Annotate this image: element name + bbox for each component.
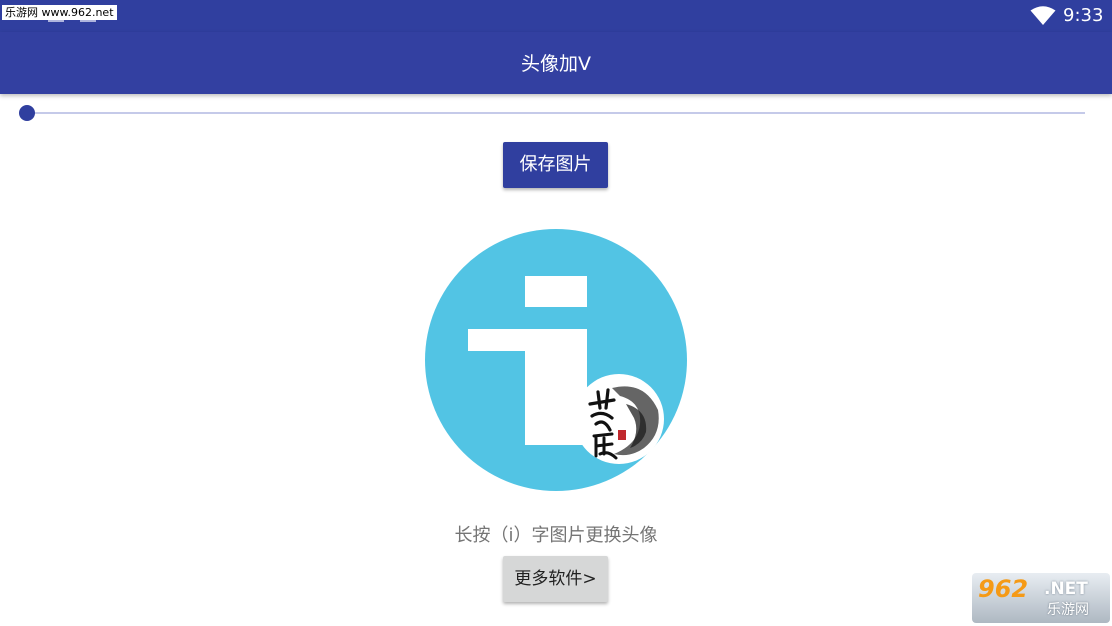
status-notification-icon — [48, 20, 64, 22]
avatar-image[interactable] — [425, 229, 687, 491]
status-bar: 乐游网 www.962.net 9:33 — [0, 0, 1112, 32]
seekbar-track[interactable] — [27, 112, 1085, 114]
v-badge-avatar — [574, 374, 664, 464]
corner-watermark: 962 .NET 乐游网 — [972, 573, 1110, 623]
more-software-button[interactable]: 更多软件> — [503, 556, 608, 602]
seekbar-thumb[interactable] — [19, 105, 35, 121]
hint-text: 长按（i）字图片更换头像 — [454, 525, 658, 546]
wifi-icon — [1030, 6, 1056, 25]
app-bar: 头像加V — [0, 32, 1112, 94]
watermark-number: 962 — [978, 575, 1029, 603]
watermark-label: 乐游网 www.962.net — [2, 5, 117, 20]
app-title: 头像加V — [521, 53, 591, 75]
watermark-site: 乐游网 — [1047, 602, 1089, 618]
save-image-button[interactable]: 保存图片 — [503, 142, 608, 188]
status-time: 9:33 — [1063, 5, 1104, 26]
watermark-domain: .NET — [1044, 579, 1088, 599]
status-notification-icon — [80, 20, 96, 22]
su-chen-calligraphy-badge — [576, 376, 662, 462]
